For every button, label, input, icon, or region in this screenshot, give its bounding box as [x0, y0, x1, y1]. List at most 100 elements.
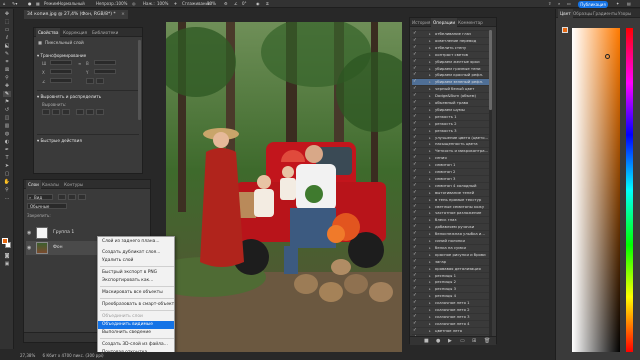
mode-dropdown[interactable]: Нормальный	[58, 1, 85, 7]
search-icon[interactable]: ⌕	[558, 1, 560, 7]
zoom-level[interactable]: 27,38%	[20, 353, 35, 358]
action-item[interactable]: ✓ ▸ загар	[412, 257, 490, 265]
tab-color[interactable]: Цвет	[558, 9, 573, 18]
action-item[interactable]: ✓ ▸ ресницы 1	[412, 271, 490, 279]
action-item[interactable]: ✓ ▸ семитон 1	[412, 161, 490, 168]
transform-section-title[interactable]: ▾ Трансформирование	[37, 53, 86, 58]
menu-item-duplicate-layer[interactable]: Создать дубликат слоя...	[98, 249, 174, 257]
close-tab-icon[interactable]: ×	[121, 12, 125, 17]
new-action-icon[interactable]: ⊞	[472, 338, 476, 344]
history-brush-tool-icon[interactable]: ↺	[3, 107, 11, 113]
brush-size-icon[interactable]: ●	[28, 1, 32, 7]
crop-tool-icon[interactable]: ⌗	[3, 59, 11, 65]
action-item[interactable]: ✓ ▸ ресницы 2	[412, 278, 490, 285]
brush-tool-icon[interactable]: ✎	[3, 91, 11, 97]
airbrush-icon[interactable]: ✈	[174, 1, 177, 7]
pen-tool-icon[interactable]: ✒	[3, 147, 11, 153]
action-item[interactable]: ✓ ▸ улучшение цвета (цвето...	[412, 133, 490, 141]
blend-mode-dropdown[interactable]: Обычные	[27, 203, 67, 209]
height-field[interactable]	[94, 60, 116, 65]
tab-layers[interactable]: Слои	[26, 180, 41, 189]
color-picker-cursor[interactable]	[605, 54, 610, 59]
eyedropper-tool-icon[interactable]: ⚲	[3, 75, 11, 81]
screen-mode-icon[interactable]: ▣	[3, 261, 11, 267]
quick-mask-icon[interactable]: ◙	[3, 253, 11, 259]
tab-swatches[interactable]: Образцы	[573, 9, 593, 18]
share-icon[interactable]: ⇪	[548, 1, 551, 7]
action-item[interactable]: ✓ ▸ резкость 2	[412, 119, 490, 127]
align-section-title[interactable]: ▾ Выровнять и распределить	[37, 94, 101, 99]
menu-item-flatten-image[interactable]: Выполнить сведение	[98, 329, 174, 337]
action-item[interactable]: ✓ ▸ в тень прямые текстур	[412, 195, 490, 203]
rectangle-tool-icon[interactable]: ▢	[3, 171, 11, 177]
action-item[interactable]: ✓ ▸ сказочное лето 1	[412, 299, 490, 306]
pressure-field[interactable]: 100%	[157, 1, 168, 7]
action-item[interactable]: ✓ ▸ Dodge&Burn (объем)	[412, 92, 490, 99]
brush-tool-preset-icon[interactable]: ✎▾	[12, 1, 17, 7]
brush-panel-icon[interactable]: ▦	[36, 1, 40, 7]
smoothing-field[interactable]: 10%	[207, 1, 216, 7]
more-tools-icon[interactable]: …	[3, 195, 11, 201]
tab-adjustments[interactable]: Коррекция	[63, 28, 87, 37]
align-bottom-icon[interactable]	[96, 109, 104, 115]
action-item[interactable]: ✓ ▸ осветление перевод	[412, 36, 490, 44]
workspace-menu-icon[interactable]: ▤	[627, 1, 631, 7]
discover-icon[interactable]: ✦	[616, 1, 619, 7]
quick-actions-section-title[interactable]: ▾ Быстрые действия	[37, 138, 82, 143]
action-item[interactable]: ✓ ▸ черный белый цвет	[412, 85, 490, 92]
action-item[interactable]: ✓ ▸ светлые семитоны кожу	[412, 202, 490, 210]
action-item[interactable]: ✓ ▸ контраст светов	[412, 50, 490, 58]
action-item[interactable]: ✓ ▸ убираем зеленый рефл.	[412, 78, 490, 86]
action-item[interactable]: ✓ ▸ красное рисунки и брови	[412, 250, 490, 258]
symmetry-icon[interactable]: ⧖	[266, 1, 269, 7]
menu-item-delete-layer[interactable]: Удалить слой	[98, 257, 174, 265]
play-icon[interactable]: ▶	[448, 338, 452, 344]
action-item[interactable]: ✓ ▸ резкость 1	[412, 112, 490, 120]
stop-icon[interactable]: ■	[424, 338, 429, 344]
tab-history[interactable]: История	[412, 18, 430, 27]
tab-patterns[interactable]: Узоры	[618, 9, 631, 18]
filter-adjustment-icon[interactable]	[68, 194, 76, 200]
pressure-opacity-icon[interactable]: ◎	[132, 1, 136, 7]
marquee-tool-icon[interactable]: ▭	[3, 27, 11, 33]
menu-item-quick-export-png[interactable]: Быстрый экспорт в PNG	[98, 269, 174, 277]
artboard-tool-icon[interactable]: ⬚	[3, 19, 11, 25]
action-item[interactable]: ✓ ▸ белка на сумки	[412, 243, 490, 251]
align-middle-vertical-icon[interactable]	[86, 109, 94, 115]
opacity-field[interactable]: 100%	[116, 1, 127, 7]
gradient-tool-icon[interactable]: ▥	[3, 123, 11, 129]
action-item[interactable]: ✓ ▸ убираем красный рефл.	[412, 71, 490, 78]
action-item[interactable]: ✓ ▸ блеск глаз	[412, 216, 490, 223]
path-selection-tool-icon[interactable]: ➤	[3, 163, 11, 169]
action-item[interactable]: ✓ ▸ ресницы 4	[412, 292, 490, 299]
action-item[interactable]: ✓ ▸ цветное лето	[412, 326, 490, 334]
link-icon[interactable]: ∞	[78, 61, 81, 66]
width-field[interactable]	[50, 60, 72, 65]
menu-item-export-as[interactable]: Экспортировать как...	[98, 277, 174, 285]
foreground-color-swatch[interactable]	[2, 238, 8, 244]
type-tool-icon[interactable]: T	[3, 155, 11, 161]
action-item[interactable]: ✓ ▸ добавляем ручочки	[412, 223, 490, 230]
lasso-tool-icon[interactable]: ℓ	[3, 35, 11, 41]
document-canvas[interactable]	[166, 22, 402, 352]
menu-item-layer-from-background[interactable]: Слой из заднего плана...	[98, 238, 174, 246]
publish-button[interactable]: Публикация	[578, 0, 608, 8]
action-item[interactable]: ✓ ▸ отбеливание глаз	[412, 30, 490, 37]
smoothing-options-icon[interactable]: ⚙	[224, 1, 228, 7]
tab-channels[interactable]: Каналы	[42, 180, 59, 189]
angle-field[interactable]	[50, 78, 72, 83]
action-item[interactable]: ✓ ▸ кровавая детализация	[412, 264, 490, 272]
align-right-icon[interactable]	[62, 109, 70, 115]
action-item[interactable]: ✓ ▸ сепия	[412, 154, 490, 161]
action-item[interactable]: ✓ ▸ вытягивание теней	[412, 188, 490, 196]
tab-libraries[interactable]: Библиотеки	[92, 28, 118, 37]
filter-pixel-icon[interactable]	[58, 194, 66, 200]
layer-filter-kind-dropdown[interactable]: ⌕ Вид	[27, 194, 53, 200]
record-icon[interactable]: ●	[436, 338, 440, 344]
filter-type-icon[interactable]	[78, 194, 86, 200]
x-field[interactable]	[50, 69, 72, 74]
healing-brush-tool-icon[interactable]: ✚	[3, 83, 11, 89]
new-set-icon[interactable]: ▭	[460, 338, 465, 344]
eraser-tool-icon[interactable]: ◫	[3, 115, 11, 121]
angle-field[interactable]: 0°	[242, 1, 247, 7]
